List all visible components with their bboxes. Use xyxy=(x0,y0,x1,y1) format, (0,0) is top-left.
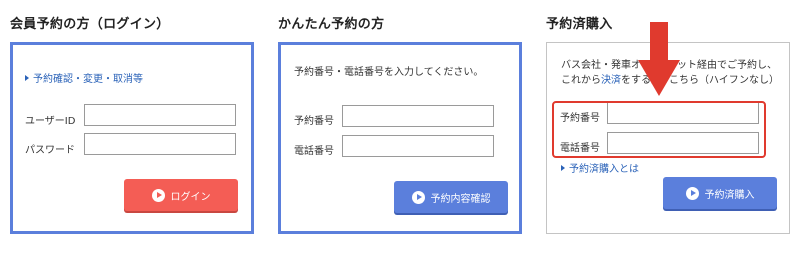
reservation-manage-link-label: 予約確認・変更・取消等 xyxy=(33,74,143,85)
purchase-desc-line1-a: バス会社・発車オ xyxy=(561,60,641,71)
userid-input[interactable] xyxy=(84,104,236,126)
play-circle-icon xyxy=(151,188,165,202)
easy-reservation-title: かんたん予約の方 xyxy=(278,17,385,32)
confirm-reservation-button[interactable]: 予約内容確認 xyxy=(394,181,508,213)
easy-phone-label: 電話番号 xyxy=(294,146,334,157)
down-arrow-icon xyxy=(638,22,680,96)
login-button[interactable]: ログイン xyxy=(124,179,238,211)
triangle-right-icon xyxy=(561,165,565,171)
password-label: パスワード xyxy=(25,145,75,156)
login-button-label: ログイン xyxy=(170,191,211,203)
what-is-reserved-purchase-link[interactable]: 予約済購入とは xyxy=(561,160,639,175)
confirm-reservation-button-label: 予約内容確認 xyxy=(430,193,491,205)
userid-label: ユーザーID xyxy=(25,116,76,127)
easy-reservation-panel: 予約番号・電話番号を入力してください。 予約番号 電話番号 予約内容確認 xyxy=(278,42,522,234)
member-login-title: 会員予約の方（ログイン） xyxy=(10,17,170,32)
triangle-right-icon xyxy=(25,75,29,81)
reserved-purchase-title: 予約済購入 xyxy=(546,17,613,32)
purchase-desc-line1-b: ット経由でご予約し、 xyxy=(677,60,777,71)
easy-reservation-number-input[interactable] xyxy=(342,105,494,127)
reservation-manage-link[interactable]: 予約確認・変更・取消等 xyxy=(25,70,143,85)
payment-link[interactable]: 決済 xyxy=(601,75,621,86)
play-circle-icon xyxy=(411,190,425,204)
easy-reservation-number-label: 予約番号 xyxy=(294,116,334,127)
reserved-purchase-button[interactable]: 予約済購入 xyxy=(663,177,777,209)
what-is-reserved-purchase-link-label: 予約済購入とは xyxy=(569,164,639,175)
password-input[interactable] xyxy=(84,133,236,155)
easy-phone-input[interactable] xyxy=(342,135,494,157)
purchase-desc-line2-c: こちら（ハイフンなし） xyxy=(669,75,779,86)
reserved-purchase-button-label: 予約済購入 xyxy=(704,189,755,201)
member-login-panel: 予約確認・変更・取消等 ユーザーID パスワード ログイン xyxy=(10,42,254,234)
play-circle-icon xyxy=(685,186,699,200)
purchase-desc-line2-a: これから xyxy=(561,75,601,86)
easy-instruction: 予約番号・電話番号を入力してください。 xyxy=(294,67,484,78)
input-highlight-box xyxy=(552,101,766,158)
